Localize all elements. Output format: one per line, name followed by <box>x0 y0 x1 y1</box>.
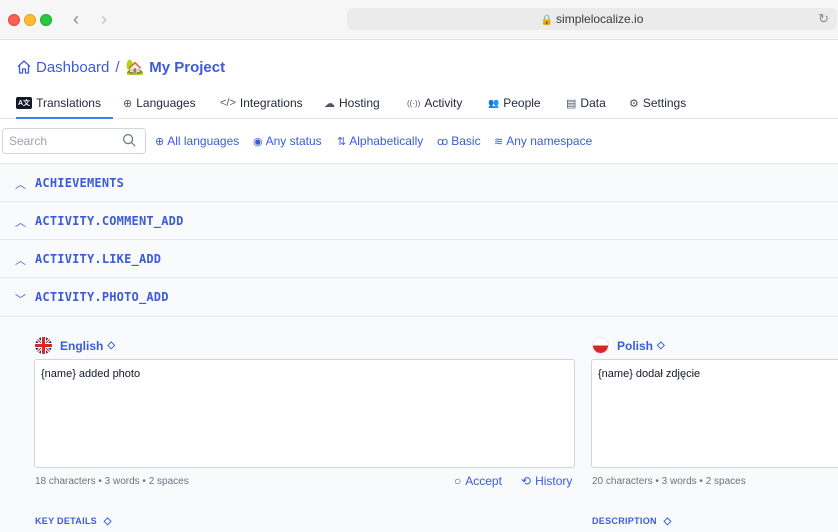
tab-label: Translations <box>36 95 101 110</box>
chevron-up-icon[interactable]: ︿ <box>15 252 26 268</box>
filter-label: Any status <box>265 134 322 148</box>
gear-icon: ⚙ <box>629 97 639 110</box>
layers-icon: ≋ <box>494 135 504 148</box>
code-icon: </> <box>220 97 236 109</box>
source-text-stats: 18 characters • 3 words • 2 spaces <box>35 476 189 487</box>
project-name[interactable]: My Project <box>149 59 225 76</box>
tab-label: People <box>503 96 541 110</box>
tab-label: Data <box>580 96 606 110</box>
circle-check-icon: ○ <box>454 474 462 488</box>
search-input[interactable] <box>9 134 119 148</box>
key-row-activity-like-add[interactable]: ︿ ACTIVITY.LIKE_ADD <box>0 239 838 278</box>
key-row-achievements[interactable]: ︿ ACHIEVEMENTS <box>0 163 838 202</box>
filter-label: Any namespace <box>506 134 593 148</box>
translations-icon: A文 <box>16 96 33 109</box>
filter-label: Alphabetically <box>349 134 424 148</box>
chevron-up-down-icon: ◇ <box>103 516 112 527</box>
target-translation-textarea[interactable]: {name} dodał zdjęcie <box>591 359 838 468</box>
shapes-icon: ꝏ <box>437 135 449 148</box>
database-icon: ▤ <box>566 97 577 110</box>
radio-icon: ◉ <box>253 135 263 148</box>
tab-hosting[interactable]: ☁ Hosting <box>324 88 380 118</box>
key-details-toggle[interactable]: KEY DETAILS ◇ <box>35 516 112 527</box>
filter-view-mode[interactable]: ꝏ Basic <box>437 134 481 148</box>
close-window-button[interactable] <box>8 14 20 26</box>
filter-bar: ⊕All languages ◉Any status ⇅Alphabetical… <box>0 128 838 156</box>
tab-data[interactable]: ▤ Data <box>566 88 606 118</box>
translation-editor: English ◇ {name} added photo 18 characte… <box>0 316 838 532</box>
tab-label: Languages <box>136 96 196 110</box>
translation-key-name: ACHIEVEMENTS <box>35 176 125 190</box>
chevron-up-down-icon: ◇ <box>663 516 672 527</box>
zoom-window-button[interactable] <box>40 14 52 26</box>
sort-icon: ⇅ <box>337 135 347 148</box>
history-button[interactable]: ⟲ History <box>521 474 572 488</box>
project-tabs: A文 Translations ⊕ Languages </> Integration… <box>0 88 838 119</box>
filter-any-status[interactable]: ◉ Any status <box>253 134 322 148</box>
minimize-window-button[interactable] <box>24 14 36 26</box>
lock-icon: 🔒 <box>540 15 554 26</box>
chevron-up-down-icon: ◇ <box>657 340 665 351</box>
url-text: simplelocalize.io <box>556 12 644 26</box>
accept-label: Accept <box>465 474 502 488</box>
cloud-icon: ☁ <box>324 97 335 110</box>
tab-settings[interactable]: ⚙ Settings <box>629 88 686 118</box>
source-language-header[interactable]: English ◇ <box>35 337 115 354</box>
filter-label: All languages <box>167 134 240 148</box>
browser-toolbar: ‹ › 🔒 simplelocalize.io ↻ <box>0 0 838 40</box>
translation-key-name: ACTIVITY.COMMENT_ADD <box>35 214 184 228</box>
history-icon: ⟲ <box>521 474 532 488</box>
back-icon[interactable]: ‹ <box>66 8 86 30</box>
poland-flag-icon <box>592 337 609 354</box>
breadcrumb: Dashboard / 🏡 My Project <box>16 57 225 77</box>
chevron-up-down-icon: ◇ <box>107 340 116 351</box>
tab-languages[interactable]: ⊕ Languages <box>123 88 196 118</box>
globe-icon: ⊕ <box>155 135 165 148</box>
forward-icon[interactable]: › <box>94 8 114 30</box>
reload-icon[interactable]: ↻ <box>818 11 829 27</box>
filter-all-languages[interactable]: ⊕ All languages <box>155 134 239 148</box>
target-language-name: Polish <box>617 338 654 353</box>
description-label: DESCRIPTION <box>592 516 657 526</box>
key-row-activity-comment-add[interactable]: ︿ ACTIVITY.COMMENT_ADD <box>0 201 838 240</box>
address-bar[interactable]: 🔒 simplelocalize.io ↻ <box>347 8 837 30</box>
key-row-activity-photo-add[interactable]: ﹀ ACTIVITY.PHOTO_ADD <box>0 277 838 316</box>
project-icon: 🏡 <box>125 59 145 76</box>
home-icon <box>17 60 31 74</box>
history-label: History <box>535 474 573 488</box>
filter-sort-order[interactable]: ⇅ Alphabetically <box>337 134 423 148</box>
source-translation-textarea[interactable]: {name} added photo <box>34 359 575 468</box>
chevron-down-icon[interactable]: ﹀ <box>15 291 26 307</box>
tab-people[interactable]: 👥 People <box>488 88 541 118</box>
tab-label: Integrations <box>239 96 303 110</box>
description-toggle[interactable]: DESCRIPTION ◇ <box>592 516 672 527</box>
tab-label: Hosting <box>339 96 380 110</box>
chevron-up-icon[interactable]: ︿ <box>15 176 26 192</box>
chevron-up-icon[interactable]: ︿ <box>15 214 26 230</box>
uk-flag-icon <box>35 337 52 354</box>
target-text-stats: 20 characters • 3 words • 2 spaces <box>592 476 746 487</box>
filter-namespace[interactable]: ≋ Any namespace <box>494 134 592 148</box>
people-icon: 👥 <box>488 97 500 108</box>
globe-icon: ⊕ <box>123 97 133 110</box>
source-language-name: English <box>60 338 104 353</box>
breadcrumb-separator: / <box>115 58 120 76</box>
search-icon[interactable] <box>122 133 137 148</box>
broadcast-icon: ((·)) <box>407 98 421 108</box>
translation-key-name: ACTIVITY.PHOTO_ADD <box>35 290 169 304</box>
tab-activity[interactable]: ((·)) Activity <box>407 88 462 118</box>
tab-translations[interactable]: A文 Translations <box>16 88 113 119</box>
tab-label: Activity <box>424 96 463 110</box>
tab-label: Settings <box>642 96 687 110</box>
search-box <box>2 128 146 154</box>
filter-label: Basic <box>451 134 481 148</box>
target-language-header[interactable]: Polish ◇ <box>592 337 665 354</box>
translation-key-name: ACTIVITY.LIKE_ADD <box>35 252 162 266</box>
tab-integrations[interactable]: </> Integrations <box>220 88 303 118</box>
accept-button[interactable]: ○ Accept <box>454 474 502 488</box>
key-details-label: KEY DETAILS <box>35 516 97 526</box>
breadcrumb-dashboard-link[interactable]: Dashboard <box>36 59 109 76</box>
